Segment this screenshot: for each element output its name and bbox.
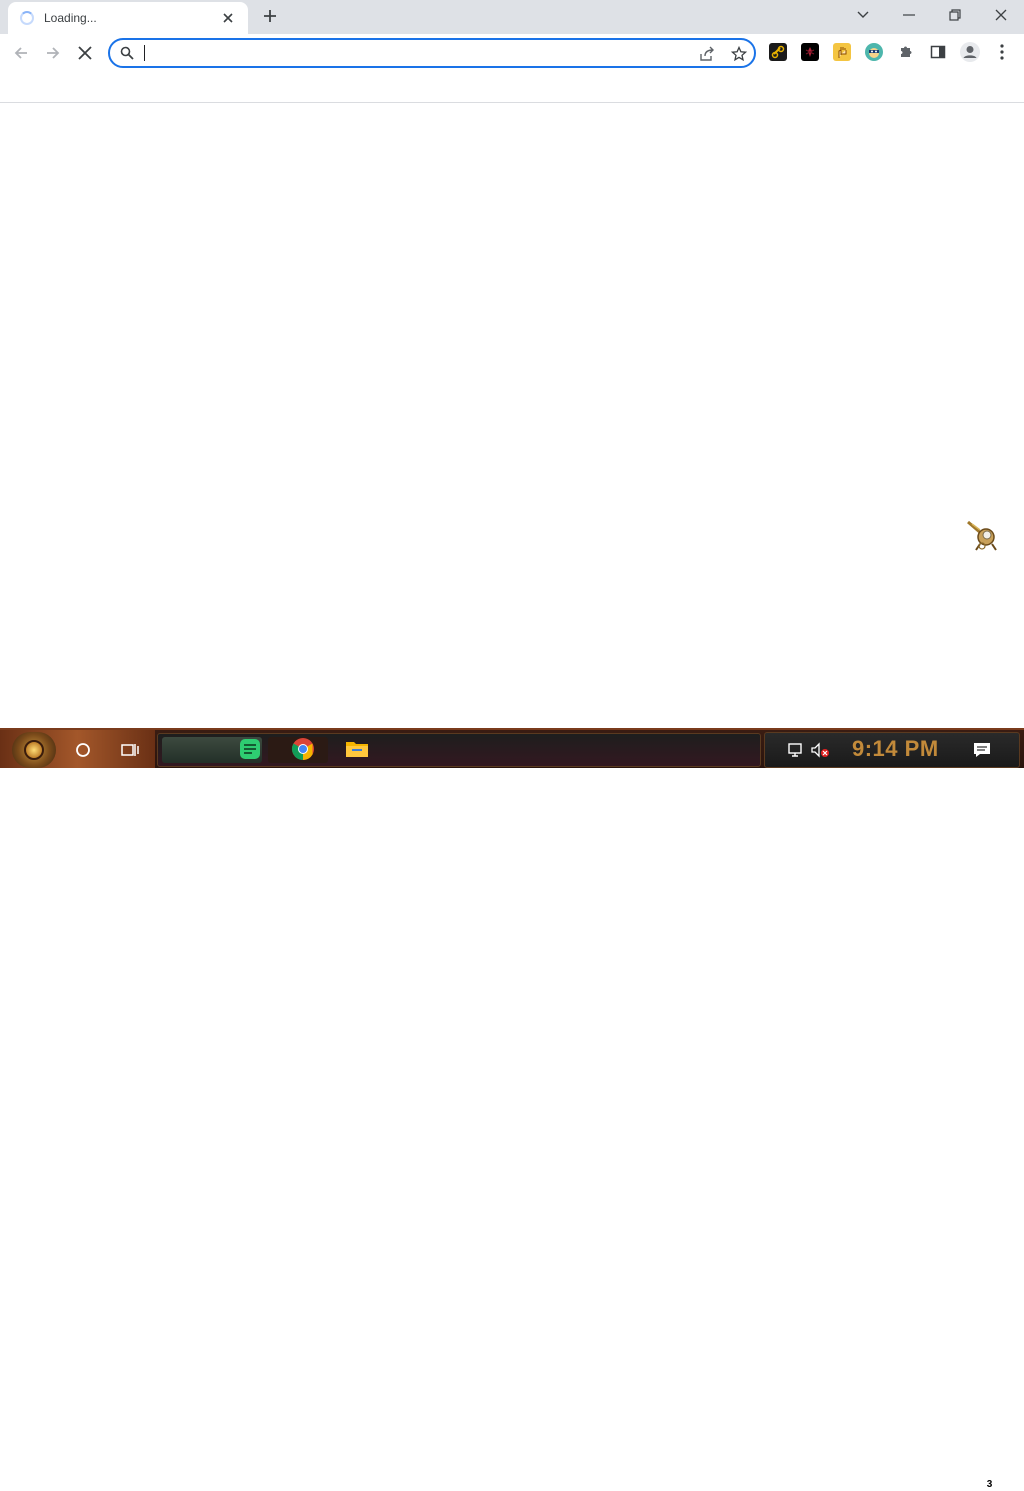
notification-center-button[interactable] — [968, 736, 996, 764]
extension-hand-icon[interactable] — [833, 43, 851, 61]
plus-icon — [264, 10, 276, 22]
loading-spinner-icon — [20, 11, 34, 25]
message-icon — [974, 743, 990, 757]
puzzle-icon — [901, 46, 912, 57]
arrow-right-icon — [47, 47, 60, 59]
file-explorer-icon[interactable] — [344, 736, 370, 762]
text-caret — [144, 45, 145, 61]
stop-button[interactable] — [70, 38, 100, 68]
restore-icon — [949, 9, 961, 21]
address-input[interactable] — [142, 43, 682, 63]
tab-strip: Loading... — [0, 0, 1024, 34]
bookmarks-bar — [0, 72, 1024, 103]
tab-close-icon[interactable] — [218, 8, 238, 28]
close-window-button[interactable] — [978, 0, 1024, 30]
chrome-menu-button[interactable] — [990, 40, 1014, 64]
search-icon — [120, 46, 134, 65]
extension-avatar-icon[interactable] — [865, 43, 883, 61]
taskbar-clock[interactable]: 9:14 PM — [852, 736, 939, 762]
start-orb-icon — [24, 740, 44, 760]
forward-button[interactable] — [38, 38, 68, 68]
circle-icon — [76, 743, 90, 757]
page-content — [0, 104, 1024, 728]
profile-button[interactable] — [958, 40, 982, 64]
side-panel-icon — [930, 45, 946, 59]
task-view-icon — [121, 744, 139, 756]
extension-bug-icon[interactable] — [801, 43, 819, 61]
notification-count-badge: 3 — [983, 1478, 996, 1491]
restore-button[interactable] — [932, 0, 978, 30]
cortana-button[interactable] — [69, 736, 97, 764]
task-view-button[interactable] — [116, 736, 144, 764]
share-icon[interactable] — [698, 45, 716, 63]
menu-icon — [1000, 44, 1004, 60]
profile-icon — [960, 42, 980, 62]
close-icon — [995, 9, 1007, 21]
chrome-icon[interactable] — [290, 736, 316, 762]
chevron-down-icon — [857, 11, 869, 18]
tab-title: Loading... — [44, 11, 97, 25]
browser-toolbar — [0, 34, 1024, 72]
taskbar: 9:14 PM 3 — [0, 728, 1024, 1491]
stop-icon — [78, 46, 92, 60]
arrow-left-icon — [14, 47, 27, 59]
tab-loading[interactable]: Loading... — [8, 2, 248, 34]
extensions-puzzle-button[interactable] — [894, 40, 918, 64]
steampunk-cursor-icon — [967, 520, 997, 551]
volume-muted-icon[interactable] — [806, 736, 834, 764]
minimize-button[interactable] — [886, 0, 932, 30]
tab-search-button[interactable] — [840, 0, 886, 30]
minimize-icon — [903, 14, 915, 16]
notes-app-icon[interactable] — [237, 736, 263, 762]
back-button[interactable] — [6, 38, 36, 68]
side-panel-button[interactable] — [926, 40, 950, 64]
bookmark-star-icon[interactable] — [730, 45, 748, 63]
new-tab-button[interactable] — [258, 6, 282, 28]
address-bar[interactable] — [108, 38, 756, 68]
start-button[interactable] — [12, 732, 56, 768]
extension-chain-icon[interactable] — [769, 43, 787, 61]
